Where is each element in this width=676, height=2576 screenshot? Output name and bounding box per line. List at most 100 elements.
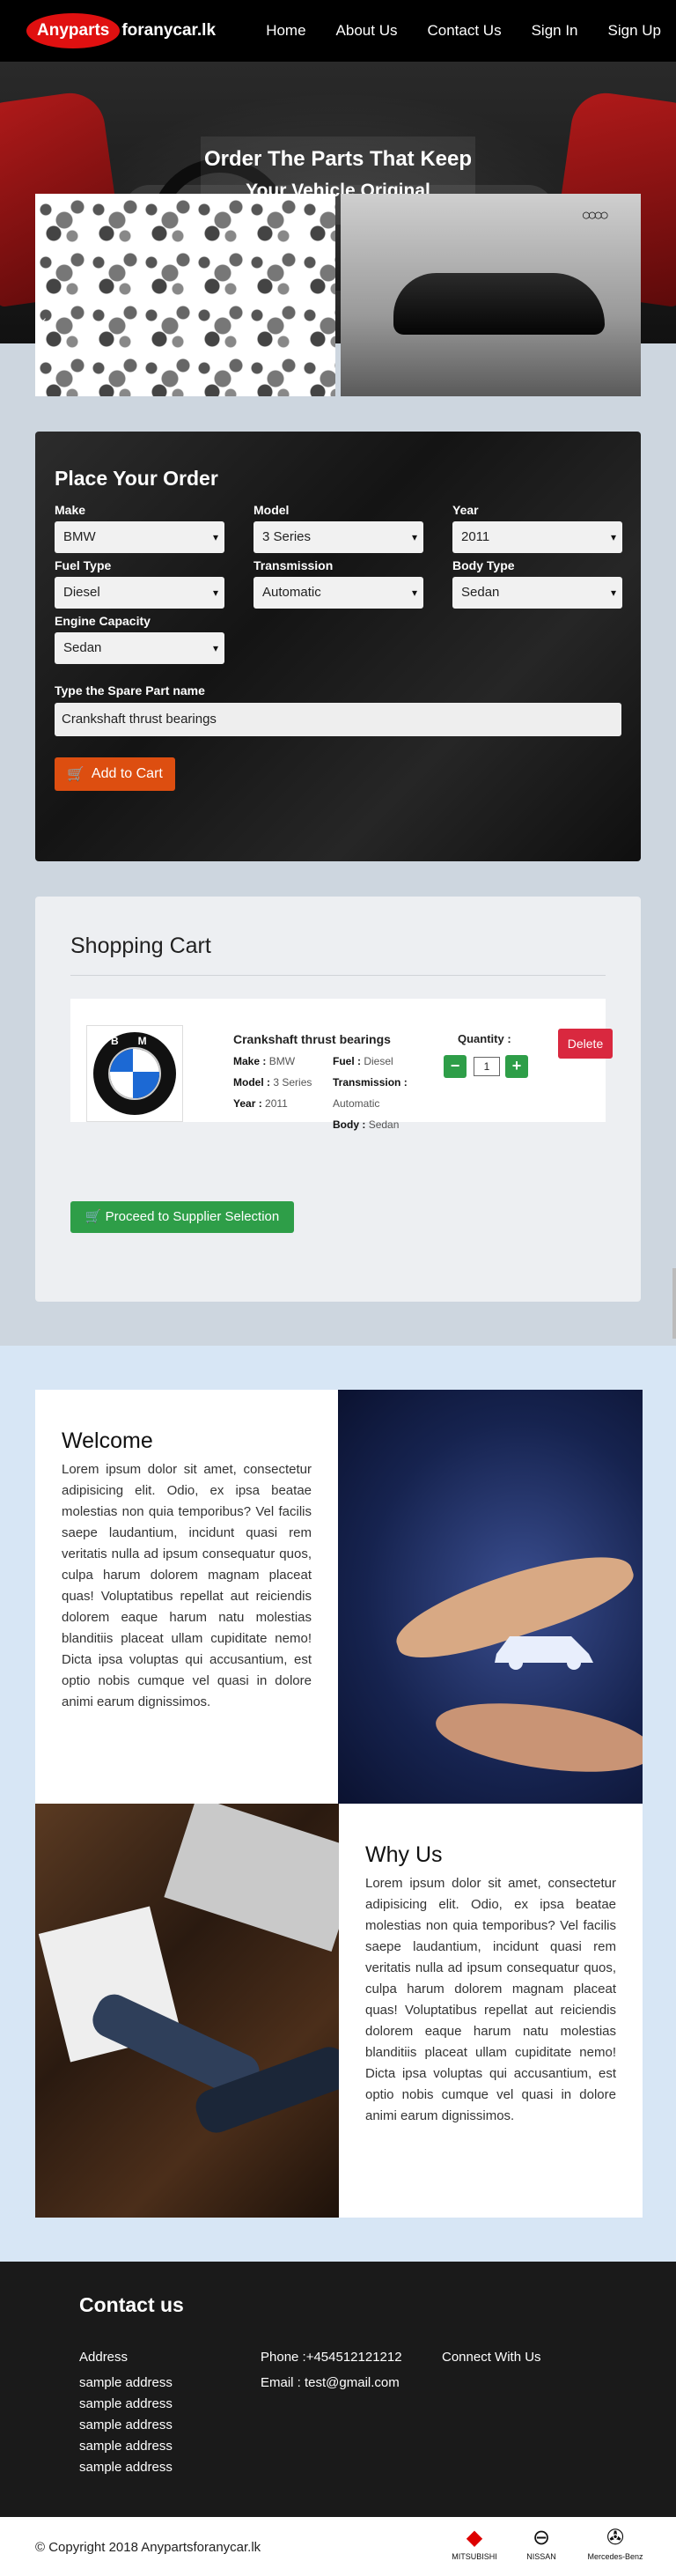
footer: Contact us Address sample address sample…	[0, 2262, 676, 2517]
mitsubishi-label: MITSUBISHI	[452, 2552, 497, 2561]
logo-highlight: Anyparts	[26, 13, 121, 48]
car-icon	[495, 1636, 593, 1670]
quantity-decrease-button[interactable]: −	[444, 1055, 467, 1078]
connect-with-us: Connect With Us	[442, 2350, 541, 2365]
address-line: sample address	[79, 2460, 173, 2475]
why-us-text: Lorem ipsum dolor sit amet, consectetur …	[365, 1876, 616, 2123]
nissan-icon: ⊖	[532, 2526, 551, 2550]
parts-prev-icon[interactable]: ‹	[42, 313, 47, 327]
featured-images: ‹ ○○○○	[35, 194, 641, 396]
quantity-increase-button[interactable]: +	[505, 1055, 528, 1078]
transmission-field: Transmission Automatic	[254, 558, 423, 609]
protected-car-image	[338, 1390, 643, 1804]
nav-sign-in[interactable]: Sign In	[532, 22, 578, 40]
hero-title: Order The Parts That Keep	[203, 147, 473, 171]
site-logo[interactable]: Anyparts foranycar.lk	[26, 13, 216, 48]
copyright-text: © Copyright 2018 Anypartsforanycar.lk	[35, 2540, 261, 2555]
mercedes-logo: ✇ Mercedes-Benz	[584, 2524, 646, 2561]
laptop-shape	[164, 1804, 339, 1952]
proceed-label: Proceed to Supplier Selection	[105, 1209, 280, 1224]
body-type-field: Body Type Sedan	[452, 558, 622, 609]
handshake-image	[35, 1804, 339, 2218]
engine-capacity-field: Engine Capacity Sedan	[55, 614, 224, 664]
audi-car-shape	[393, 273, 605, 335]
year-select[interactable]: 2011	[452, 521, 622, 553]
nav-sign-up[interactable]: Sign Up	[608, 22, 661, 40]
body-type-label: Body Type	[452, 558, 515, 572]
make-field: Make BMW	[55, 503, 224, 553]
address-line: sample address	[79, 2375, 173, 2390]
body-type-select[interactable]: Sedan	[452, 577, 622, 609]
fuel-type-label: Fuel Type	[55, 558, 112, 572]
bmw-logo-text: BMW	[111, 1035, 195, 1047]
mitsubishi-icon: ◆	[466, 2526, 483, 2550]
year-label: Year	[452, 503, 479, 517]
bmw-logo-icon: BMW	[93, 1032, 176, 1115]
footer-connect: Connect With Us	[442, 2350, 541, 2375]
model-label: Model	[254, 503, 290, 517]
item-model: Model : 3 Series	[233, 1076, 312, 1089]
model-select[interactable]: 3 Series	[254, 521, 423, 553]
mitsubishi-logo: ◆ MITSUBISHI	[451, 2524, 498, 2561]
footer-title: Contact us	[79, 2293, 184, 2316]
make-select[interactable]: BMW	[55, 521, 224, 553]
nav-contact-us[interactable]: Contact Us	[427, 22, 501, 40]
order-form-grid: Make BMW Model 3 Series Year 2011 Fuel T…	[55, 503, 622, 664]
nav-home[interactable]: Home	[266, 22, 305, 40]
add-to-cart-button[interactable]: 🛒 Add to Cart	[55, 757, 175, 791]
cart-item: BMW Crankshaft thrust bearings Make : BM…	[70, 999, 613, 1131]
item-fuel: Fuel : Diesel	[333, 1055, 393, 1067]
mercedes-label: Mercedes-Benz	[587, 2552, 643, 2561]
audi-car-image: ○○○○	[341, 194, 641, 396]
quantity-input[interactable]: 1	[474, 1057, 500, 1076]
footer-email[interactable]: Email : test@gmail.com	[261, 2375, 402, 2390]
why-us-title: Why Us	[365, 1842, 443, 1867]
address-line: sample address	[79, 2417, 173, 2432]
cart-title: Shopping Cart	[70, 897, 606, 976]
welcome-text: Lorem ipsum dolor sit amet, consectetur …	[62, 1462, 312, 1709]
item-transmission-value: Automatic	[333, 1097, 380, 1110]
item-make: Make : BMW	[233, 1055, 296, 1067]
year-field: Year 2011	[452, 503, 622, 553]
spare-part-input[interactable]: Crankshaft thrust bearings	[55, 703, 621, 736]
nissan-logo: ⊖ NISSAN	[518, 2524, 565, 2561]
footer-address: Address sample address sample address sa…	[79, 2350, 173, 2481]
transmission-label: Transmission	[254, 558, 334, 572]
spare-part-label: Type the Spare Part name	[55, 683, 205, 698]
welcome-card: Welcome Lorem ipsum dolor sit amet, cons…	[35, 1390, 338, 1804]
transmission-select[interactable]: Automatic	[254, 577, 423, 609]
proceed-to-supplier-button[interactable]: 🛒 Proceed to Supplier Selection	[70, 1201, 294, 1233]
about-section: Welcome Lorem ipsum dolor sit amet, cons…	[0, 1346, 676, 2262]
engine-capacity-label: Engine Capacity	[55, 614, 151, 628]
mercedes-icon: ✇	[606, 2526, 625, 2550]
top-navbar: Anyparts foranycar.lk Home About Us Cont…	[0, 0, 676, 62]
address-heading: Address	[79, 2350, 129, 2365]
fuel-type-select[interactable]: Diesel	[55, 577, 224, 609]
welcome-title: Welcome	[62, 1428, 153, 1453]
scrollbar-thumb[interactable]	[672, 1268, 676, 1339]
hand-bottom-shape	[431, 1691, 643, 1784]
shopping-cart-panel: Shopping Cart BMW Crankshaft thrust bear…	[35, 897, 641, 1302]
logo-text: foranycar.lk	[121, 21, 217, 40]
address-line: sample address	[79, 2439, 173, 2454]
order-form-panel: Place Your Order Make BMW Model 3 Series…	[35, 432, 641, 861]
fuel-type-field: Fuel Type Diesel	[55, 558, 224, 609]
make-label: Make	[55, 503, 86, 517]
proceed-cart-icon: 🛒	[84, 1209, 102, 1224]
footer-phone[interactable]: Phone :+454512121212	[261, 2350, 402, 2365]
nissan-label: NISSAN	[526, 2552, 556, 2561]
order-form-title: Place Your Order	[55, 467, 218, 490]
add-to-cart-label: Add to Cart	[91, 766, 163, 781]
engine-capacity-select[interactable]: Sedan	[55, 632, 224, 664]
nav-links: Home About Us Contact Us Sign In Sign Up	[251, 0, 676, 62]
item-year: Year : 2011	[233, 1097, 288, 1110]
cart-icon: 🛒	[67, 767, 84, 782]
nav-about-us[interactable]: About Us	[336, 22, 398, 40]
cart-item-image: BMW	[86, 1025, 183, 1122]
item-body: Body : Sedan	[333, 1118, 400, 1131]
footer-contact: Phone :+454512121212 Email : test@gmail.…	[261, 2350, 402, 2396]
address-line: sample address	[79, 2396, 173, 2411]
delete-item-button[interactable]: Delete	[558, 1029, 613, 1059]
audi-rings-icon: ○○○○	[581, 206, 609, 224]
car-parts-image: ‹	[35, 194, 335, 396]
